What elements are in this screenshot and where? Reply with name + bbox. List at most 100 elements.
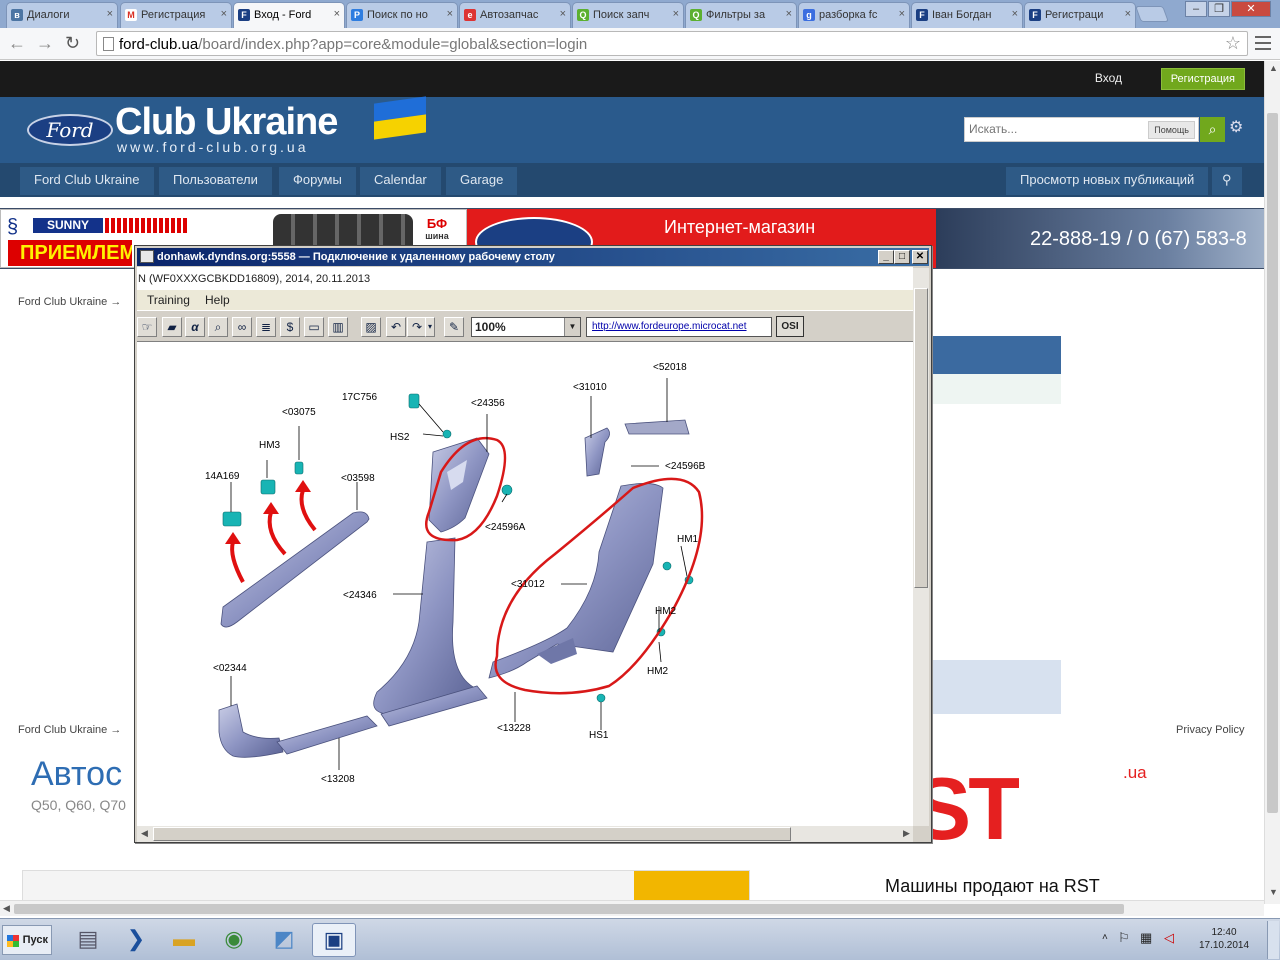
undo-icon[interactable]: ↶ [386, 317, 406, 337]
sill-part-13208[interactable] [276, 715, 378, 755]
pointer-icon[interactable]: ☞ [137, 317, 157, 337]
show-hidden-icons-icon[interactable]: ˄ [1102, 932, 1108, 943]
label-13228[interactable]: <13228 [497, 723, 531, 734]
ford-logo[interactable]: Ford [27, 114, 113, 146]
b-pillar-lower-part[interactable] [373, 537, 477, 715]
magnifier-icon[interactable]: ⌕ [208, 317, 228, 337]
tab-google[interactable]: g разборка fc × [798, 2, 910, 28]
zoom-select[interactable]: 100% ▼ [471, 317, 581, 337]
menu-help[interactable]: Help [205, 290, 230, 310]
address-bar[interactable]: ford-club.ua/board/index.php?app=core&mo… [96, 31, 1248, 56]
tab-ford-login[interactable]: F Вход - Ford × [233, 2, 345, 28]
start-button[interactable]: Пуск [2, 925, 52, 955]
tab-dialogs[interactable]: в Диалоги × [6, 2, 118, 28]
nav-item-users[interactable]: Пользователи [159, 167, 272, 195]
new-tab-button[interactable] [1135, 6, 1169, 22]
diagram-vertical-scrollbar[interactable] [913, 268, 929, 826]
scroll-thumb[interactable] [14, 904, 1124, 914]
close-tab-icon[interactable]: × [447, 8, 453, 20]
nav-item-garage[interactable]: Garage [446, 167, 518, 195]
redo-dropdown-icon[interactable]: ▾ [425, 317, 435, 337]
signin-link[interactable]: Вход [1095, 71, 1122, 85]
server-manager-icon[interactable]: ▤ [66, 923, 110, 957]
register-button[interactable]: Регистрация [1160, 68, 1245, 90]
maximize-icon[interactable]: □ [894, 250, 910, 264]
menu-training[interactable]: Training [147, 290, 190, 310]
location-pin-icon[interactable]: ⚲ [1212, 167, 1242, 195]
label-24596A[interactable]: <24596A [485, 522, 526, 533]
search-input[interactable] [965, 118, 1135, 140]
car-icon[interactable]: ▰ [162, 317, 182, 337]
redo-icon[interactable]: ↷ [407, 317, 427, 337]
close-tab-icon[interactable]: × [334, 8, 340, 20]
close-tab-icon[interactable]: × [560, 8, 566, 20]
label-HS2[interactable]: HS2 [390, 432, 410, 443]
nav-item-calendar[interactable]: Calendar [360, 167, 441, 195]
phone-ad[interactable]: 22-888-19 / 0 (67) 583-8 [936, 209, 1264, 268]
scroll-left-icon[interactable]: ◀ [3, 903, 10, 914]
flag-icon[interactable]: ⚐ [1118, 930, 1130, 946]
label-HS1[interactable]: HS1 [589, 730, 609, 741]
scroll-thumb[interactable] [153, 827, 791, 841]
remote-desktop-window[interactable]: donhawk.dyndns.org:5558 — Подключение к … [134, 245, 932, 843]
monitor-icon[interactable]: ▭ [304, 317, 324, 337]
label-24346[interactable]: <24346 [343, 590, 377, 601]
label-24596B[interactable]: <24596B [665, 461, 706, 472]
tab-search-parts[interactable]: Q Поиск запч × [572, 2, 684, 28]
label-HM3[interactable]: HM3 [259, 440, 281, 451]
scroll-up-icon[interactable]: ▲ [1269, 63, 1278, 73]
clock[interactable]: 12:40 17.10.2014 [1196, 926, 1252, 952]
breadcrumb[interactable]: Ford Club Ukraine → [18, 296, 121, 308]
scroll-thumb[interactable] [914, 288, 928, 588]
scroll-down-icon[interactable]: ▼ [1269, 887, 1278, 897]
scroll-left-icon[interactable]: ◀ [141, 828, 148, 839]
label-02344[interactable]: <02344 [213, 663, 247, 674]
forward-icon[interactable]: → [36, 33, 54, 54]
tab-filters[interactable]: Q Фильтры за × [685, 2, 797, 28]
search-help-button[interactable]: Помощь [1148, 121, 1195, 139]
minimize-icon[interactable]: – [1185, 1, 1207, 17]
page-horizontal-scrollbar[interactable]: ◀ [0, 900, 1264, 916]
book-icon[interactable]: ▥ [328, 317, 348, 337]
a-pillar-trim-part[interactable] [220, 511, 370, 628]
auto-ad-title[interactable]: Автос [31, 755, 122, 794]
close-icon[interactable]: ✕ [912, 250, 928, 264]
label-24356[interactable]: <24356 [471, 398, 505, 409]
chart-icon[interactable]: ▨ [361, 317, 381, 337]
restore-icon[interactable]: ❐ [1208, 1, 1230, 17]
close-tab-icon[interactable]: × [221, 8, 227, 20]
menu-icon[interactable] [1255, 36, 1271, 50]
page-vertical-scrollbar[interactable]: ▲ ▼ [1264, 61, 1280, 904]
close-window-icon[interactable]: ✕ [1231, 1, 1271, 17]
sill-end-part-02344[interactable] [218, 703, 284, 758]
close-tab-icon[interactable]: × [786, 8, 792, 20]
list-icon[interactable]: ≣ [256, 317, 276, 337]
nav-item-new-posts[interactable]: Просмотр новых публикаций [1006, 167, 1209, 195]
notes-icon[interactable]: ✎ [444, 317, 464, 337]
privacy-link[interactable]: Privacy Policy [1176, 724, 1244, 736]
tab-registration[interactable]: F Регистраци × [1024, 2, 1136, 28]
search-icon[interactable]: ⌕ [1200, 117, 1225, 142]
label-HM2-lower[interactable]: HM2 [647, 666, 669, 677]
label-31012[interactable]: <31012 [511, 579, 545, 590]
close-tab-icon[interactable]: × [673, 8, 679, 20]
back-icon[interactable]: ← [8, 33, 26, 54]
rear-bracket-part-52018[interactable] [624, 419, 690, 435]
nav-item-forums[interactable]: Форумы [279, 167, 356, 195]
notes-app-icon[interactable]: ◩ [262, 923, 306, 957]
close-tab-icon[interactable]: × [899, 8, 905, 20]
binoculars-icon[interactable]: ∞ [232, 317, 252, 337]
scroll-right-icon[interactable]: ▶ [903, 828, 910, 839]
breadcrumb-bottom[interactable]: Ford Club Ukraine → [18, 724, 121, 736]
rear-trim-part-31010[interactable] [584, 427, 610, 477]
parts-diagram[interactable]: 17C756 HS2 <24356 <03075 HM3 14A169 <035… [137, 342, 913, 826]
network-icon[interactable]: ▦ [1140, 930, 1152, 946]
volume-muted-icon[interactable]: ◁ [1164, 930, 1174, 946]
diagram-horizontal-scrollbar[interactable]: ◀ ▶ [137, 826, 913, 842]
label-03075[interactable]: <03075 [282, 407, 316, 418]
tab-parts-search[interactable]: P Поиск по но × [346, 2, 458, 28]
close-tab-icon[interactable]: × [107, 8, 113, 20]
minimize-icon[interactable]: _ [878, 250, 894, 264]
label-14A169[interactable]: 14A169 [205, 471, 240, 482]
tab-ivan[interactable]: F Іван Богдан × [911, 2, 1023, 28]
